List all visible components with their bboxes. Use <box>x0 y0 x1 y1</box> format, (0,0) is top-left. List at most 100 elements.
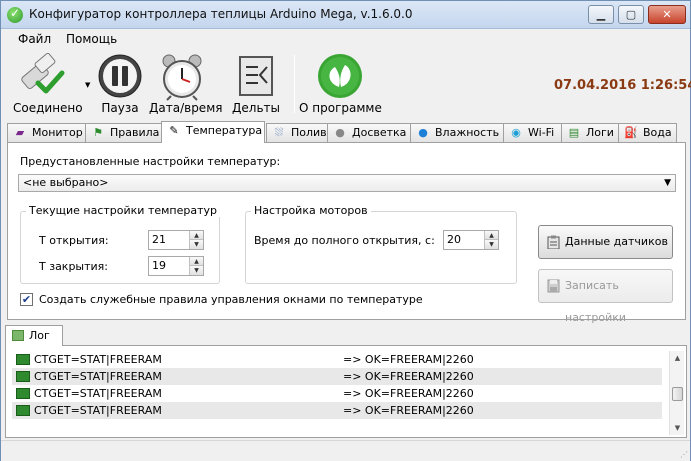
tab-label: Полив <box>291 126 327 139</box>
log-entry-icon <box>16 405 30 416</box>
save-settings-label: Записать настройки <box>565 279 627 324</box>
log-result: => OK=FREERAM|2260 <box>343 387 474 400</box>
toolbar: Соединено ▼ Пауза Дата/время Дельты О пр… <box>1 49 691 119</box>
pause-label: Пауза <box>101 101 139 115</box>
pause-button[interactable]: Пауза <box>95 49 145 117</box>
close-temp-stepper[interactable]: 19 ▲ ▼ <box>148 256 204 276</box>
full-open-stepper[interactable]: 20 ▲ ▼ <box>443 230 499 250</box>
log-result: => OK=FREERAM|2260 <box>343 353 474 366</box>
close-button[interactable]: ✕ <box>648 5 686 24</box>
log-entry-icon <box>16 354 30 365</box>
log-row: CTGET=STAT|FREERAM => OK=FREERAM|2260 <box>12 402 662 419</box>
tab-watering[interactable]: ⛆ Полив <box>266 123 328 142</box>
log-entry-icon <box>16 388 30 399</box>
menu-help[interactable]: Помощь <box>66 32 117 46</box>
controller-clock: 07.04.2016 1:26:54 <box>554 78 691 93</box>
tab-log[interactable]: Лог <box>5 325 63 346</box>
stepper-up-icon[interactable]: ▲ <box>189 231 203 240</box>
tab-label: Вода <box>643 126 672 139</box>
log-panel: CTGET=STAT|FREERAM => OK=FREERAM|2260 CT… <box>5 345 687 438</box>
scroll-thumb[interactable] <box>672 387 683 401</box>
tab-humidity[interactable]: ● Влажность <box>410 123 504 142</box>
tab-water[interactable]: ⛽ Вода <box>618 123 677 142</box>
scroll-down-icon[interactable]: ▼ <box>670 421 685 435</box>
close-temp-label: Т закрытия: <box>39 260 108 273</box>
datetime-button[interactable]: Дата/время <box>149 49 223 117</box>
pause-icon <box>98 54 142 98</box>
stepper-down-icon[interactable]: ▼ <box>484 240 498 249</box>
tab-label: Wi-Fi <box>528 126 555 139</box>
connected-button[interactable]: Соединено <box>13 49 83 117</box>
minimize-button[interactable]: ▁ <box>588 5 614 24</box>
flag-icon: ⚑ <box>93 126 103 139</box>
tab-label: Досветка <box>352 126 407 139</box>
window-title: Конфигуратор контроллера теплицы Arduino… <box>29 7 413 21</box>
about-label: О программе <box>299 101 382 115</box>
tab-label: Логи <box>586 126 614 139</box>
chevron-down-icon: ▼ <box>85 81 91 89</box>
log-row: CTGET=STAT|FREERAM => OK=FREERAM|2260 <box>12 385 662 402</box>
title-bar[interactable]: Конфигуратор контроллера теплицы Arduino… <box>1 1 690 29</box>
clipboard-icon <box>547 235 560 249</box>
log-scrollbar[interactable]: ▲ ▼ <box>669 351 684 435</box>
open-temp-stepper[interactable]: 21 ▲ ▼ <box>148 230 204 250</box>
current-temp-legend: Текущие настройки температур <box>26 204 221 217</box>
tab-rules[interactable]: ⚑ Правила <box>85 123 162 142</box>
sensor-data-button[interactable]: Данные датчиков <box>538 225 673 259</box>
lightbulb-icon: ● <box>335 126 345 139</box>
log-command: CTGET=STAT|FREERAM <box>34 387 162 400</box>
water-drop-icon: ● <box>418 126 428 139</box>
menu-file[interactable]: Файл <box>18 32 51 46</box>
notepad-icon: ✎ <box>169 124 179 137</box>
full-open-value: 20 <box>447 233 461 246</box>
about-button[interactable]: О программе <box>299 49 382 117</box>
log-row: CTGET=STAT|FREERAM => OK=FREERAM|2260 <box>12 351 662 368</box>
log-list[interactable]: CTGET=STAT|FREERAM => OK=FREERAM|2260 CT… <box>12 351 662 435</box>
log-tab-label: Лог <box>29 329 50 342</box>
leaf-icon <box>318 54 362 98</box>
connection-dropdown[interactable]: ▼ <box>83 49 93 117</box>
app-icon <box>7 6 23 23</box>
preset-select[interactable]: <не выбрано> ▼ <box>18 174 676 192</box>
tab-logs[interactable]: ▤ Логи <box>561 123 619 142</box>
tab-label: Монитор <box>32 126 83 139</box>
open-temp-label: Т открытия: <box>39 234 109 247</box>
log-icon <box>12 330 24 341</box>
app-window: Конфигуратор контроллера теплицы Arduino… <box>0 0 691 461</box>
service-rules-checkbox[interactable]: ✔ <box>20 293 33 306</box>
tab-lighting[interactable]: ● Досветка <box>327 123 411 142</box>
connected-label: Соединено <box>13 101 83 115</box>
full-open-label: Время до полного открытия, с: <box>254 234 435 247</box>
motors-legend: Настройка моторов <box>251 204 371 217</box>
alarm-clock-icon <box>162 54 202 101</box>
monitor-icon: ▰ <box>15 126 25 139</box>
tab-wifi[interactable]: ◉ Wi-Fi <box>503 123 562 142</box>
deltas-button[interactable]: Дельты <box>229 49 283 117</box>
wifi-icon: ◉ <box>511 126 521 139</box>
log-list-icon: ▤ <box>568 126 580 139</box>
deltas-label: Дельты <box>232 101 280 115</box>
stepper-down-icon[interactable]: ▼ <box>189 240 203 249</box>
datetime-label: Дата/время <box>149 101 223 115</box>
menu-bar: Файл Помощь <box>1 29 690 49</box>
toolbar-separator <box>294 55 295 113</box>
stepper-down-icon[interactable]: ▼ <box>189 266 203 275</box>
tab-temperature[interactable]: ✎ Температура <box>161 121 265 143</box>
maximize-button[interactable]: ▢ <box>618 5 644 24</box>
sensor-data-label: Данные датчиков <box>565 235 668 248</box>
tab-label: Температура <box>186 124 263 137</box>
chevron-down-icon: ▼ <box>664 178 671 188</box>
stepper-up-icon[interactable]: ▲ <box>189 257 203 266</box>
log-row: CTGET=STAT|FREERAM => OK=FREERAM|2260 <box>12 368 662 385</box>
tab-label: Правила <box>110 126 160 139</box>
resize-grip-icon[interactable]: ⋰ <box>680 450 688 459</box>
save-settings-button[interactable]: Записать настройки <box>538 269 673 324</box>
log-result: => OK=FREERAM|2260 <box>343 370 474 383</box>
delta-document-icon <box>239 56 273 96</box>
log-result: => OK=FREERAM|2260 <box>343 404 474 417</box>
stepper-up-icon[interactable]: ▲ <box>484 231 498 240</box>
scroll-up-icon[interactable]: ▲ <box>670 351 685 365</box>
tab-monitor[interactable]: ▰ Монитор <box>7 123 86 142</box>
open-temp-value: 21 <box>152 233 166 246</box>
preset-value: <не выбрано> <box>23 176 109 189</box>
